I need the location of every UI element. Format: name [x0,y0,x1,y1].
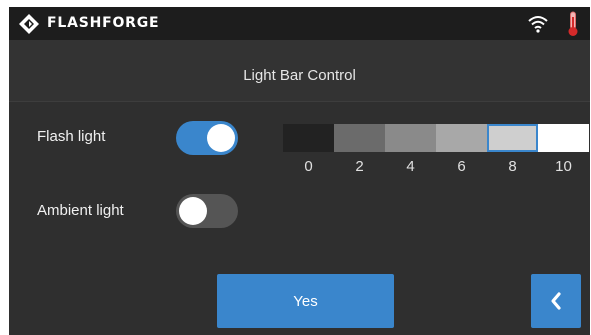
flash-light-label: Flash light [37,128,106,145]
brightness-tick-labels: 0 2 4 6 8 10 [283,158,589,178]
brightness-tick-6: 6 [457,158,466,175]
ambient-light-toggle[interactable] [176,194,238,228]
brightness-tick-8: 8 [508,158,517,175]
chevron-left-icon [551,292,561,310]
title-row: Light Bar Control [9,40,590,102]
brightness-tick-2: 2 [355,158,364,175]
brightness-segment-6[interactable] [436,124,487,152]
toggle-knob [207,124,235,152]
brightness-tick-10: 10 [555,158,572,175]
ambient-light-label: Ambient light [37,202,124,219]
flashforge-diamond-icon [19,14,39,34]
brightness-segment-4[interactable] [385,124,436,152]
status-bar: FLASHFORGE [9,7,590,40]
brand-name: FLASHFORGE [47,15,160,31]
printer-screen: FLASHFORGE Light Bar Control Flash light… [9,7,590,335]
wifi-icon [528,16,548,33]
brightness-segment-2[interactable] [334,124,385,152]
brightness-tick-4: 4 [406,158,415,175]
brightness-scale [283,124,589,152]
yes-button[interactable]: Yes [217,274,394,328]
flash-light-toggle[interactable] [176,121,238,155]
page-title: Light Bar Control [243,67,356,84]
brightness-segment-8[interactable] [487,124,538,152]
back-button[interactable] [531,274,581,328]
brightness-tick-0: 0 [304,158,313,175]
thermometer-icon [568,11,578,36]
brightness-segment-0[interactable] [283,124,334,152]
brightness-segment-10[interactable] [538,124,589,152]
toggle-knob [179,197,207,225]
